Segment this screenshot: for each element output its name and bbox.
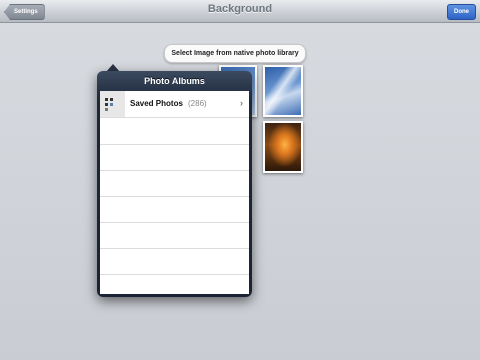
photo-albums-popover: Photo Albums Saved Photos (286) › (97, 71, 252, 297)
empty-row (100, 248, 249, 275)
album-thumbnail-icon (100, 91, 125, 117)
library-tooltip: Select Image from native photo library (164, 44, 306, 63)
done-button[interactable]: Done (447, 4, 476, 20)
chevron-right-icon: › (240, 98, 243, 108)
empty-row (100, 118, 249, 145)
background-thumbnail[interactable] (263, 65, 303, 117)
album-name: Saved Photos (130, 99, 183, 108)
albums-list: Saved Photos (286) › (100, 91, 249, 294)
empty-row (100, 144, 249, 171)
navigation-bar: Settings Background Done (0, 0, 480, 23)
empty-row (100, 222, 249, 249)
background-thumbnail[interactable] (263, 121, 303, 173)
popover-title: Photo Albums (144, 76, 205, 86)
album-row-saved-photos[interactable]: Saved Photos (286) › (100, 91, 249, 118)
page-title: Background (207, 3, 273, 15)
empty-row (100, 196, 249, 223)
album-count: (286) (188, 99, 207, 108)
empty-row (100, 170, 249, 197)
